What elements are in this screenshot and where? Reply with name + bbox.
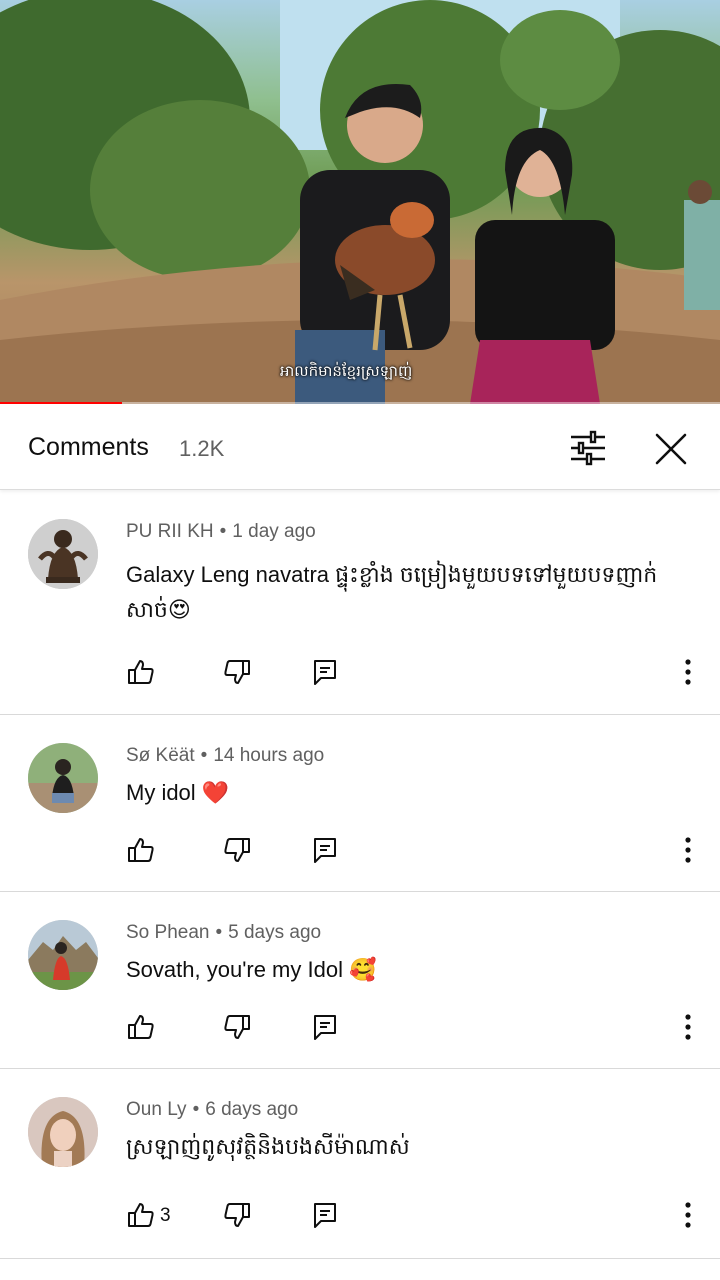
more-vertical-icon [685,1014,691,1040]
avatar[interactable] [28,519,98,589]
like-button[interactable] [126,835,156,865]
avatar[interactable] [28,743,98,813]
reply-icon [314,838,336,863]
thumbs-up-icon [128,1015,154,1039]
video-progress-fill [0,402,123,404]
like-button[interactable] [126,657,156,687]
comment-author[interactable]: Sø Këät [126,745,195,766]
comment-time: 6 days ago [205,1099,299,1120]
comment-item: Sø Këät • 14 hours ago My idol ❤️ [0,715,720,892]
thumbs-down-icon [224,1015,250,1039]
more-vertical-icon [685,659,691,685]
thumbs-down-icon [224,1203,250,1227]
comment-text: My idol ❤️ [126,780,230,805]
like-count: 3 [160,1205,171,1226]
like-button[interactable] [126,1012,156,1042]
reply-icon [314,1015,336,1040]
comment-item: So Phean • 5 days ago Sovath, you're my Id… [0,892,720,1069]
avatar[interactable] [28,1097,98,1167]
reply-button[interactable] [310,1012,340,1042]
comment-time: 5 days ago [228,922,322,943]
reply-button[interactable] [310,657,340,687]
more-vertical-icon [685,1202,691,1228]
thumbs-down-icon [224,660,250,684]
sort-filter-button[interactable] [566,426,610,470]
comment-time: 1 day ago [232,521,316,542]
comments-screen: អាលកិមាន់ខ្មែរស្រឡាញ់ Comments 1.2K PU R… [0,0,720,1280]
reply-button[interactable] [310,1200,340,1230]
more-options-button[interactable] [676,835,700,865]
close-icon [655,433,687,465]
video-player[interactable]: អាលកិមាន់ខ្មែរស្រឡាញ់ [0,0,720,404]
more-options-button[interactable] [676,1200,700,1230]
comment-item: Oun Ly • 6 days ago ស្រឡាញ់ពូសុវត្ថិនិងបងស… [0,1069,720,1259]
comment-meta: Oun Ly • 6 days ago [126,1099,299,1120]
comment-author[interactable]: PU RII KH [126,521,214,542]
comment-text: Galaxy Leng navatra ផ្ទុះខ្លាំង ចម្រៀងមួ… [126,562,658,622]
comment-text: Sovath, you're my Idol 🥰 [126,957,377,982]
sliders-icon [571,430,605,466]
comments-header: Comments 1.2K [0,406,720,490]
thumbs-up-icon [128,660,154,684]
avatar[interactable] [28,920,98,990]
reply-icon [314,1203,336,1228]
comments-count: 1.2K [179,436,225,461]
dislike-button[interactable] [222,1200,252,1230]
reply-button[interactable] [310,835,340,865]
close-comments-button[interactable] [648,426,694,472]
reply-icon [314,660,336,685]
like-button[interactable] [126,1200,156,1230]
dislike-button[interactable] [222,835,252,865]
comment-meta: PU RII KH • 1 day ago [126,521,316,542]
dislike-button[interactable] [222,1012,252,1042]
comment-meta: So Phean • 5 days ago [126,922,322,943]
more-vertical-icon [685,837,691,863]
thumbs-up-icon [128,1203,154,1227]
comment-item: PU RII KH • 1 day ago Galaxy Leng navatra … [0,491,720,715]
comment-meta: Sø Këät • 14 hours ago [126,745,325,766]
comment-author[interactable]: Oun Ly [126,1099,187,1120]
comment-text: ស្រឡាញ់ពូសុវត្ថិនិងបងសីម៉ាណាស់ [126,1134,410,1159]
thumbs-down-icon [224,838,250,862]
dislike-button[interactable] [222,657,252,687]
thumbs-up-icon [128,838,154,862]
video-caption: អាលកិមាន់ខ្មែរស្រឡាញ់ [280,363,413,380]
video-progress-bar[interactable] [0,402,720,404]
video-frame [0,0,720,404]
more-options-button[interactable] [676,657,700,687]
comment-time: 14 hours ago [213,745,325,766]
comment-author[interactable]: So Phean [126,922,209,943]
more-options-button[interactable] [676,1012,700,1042]
comments-title: Comments [28,433,149,461]
